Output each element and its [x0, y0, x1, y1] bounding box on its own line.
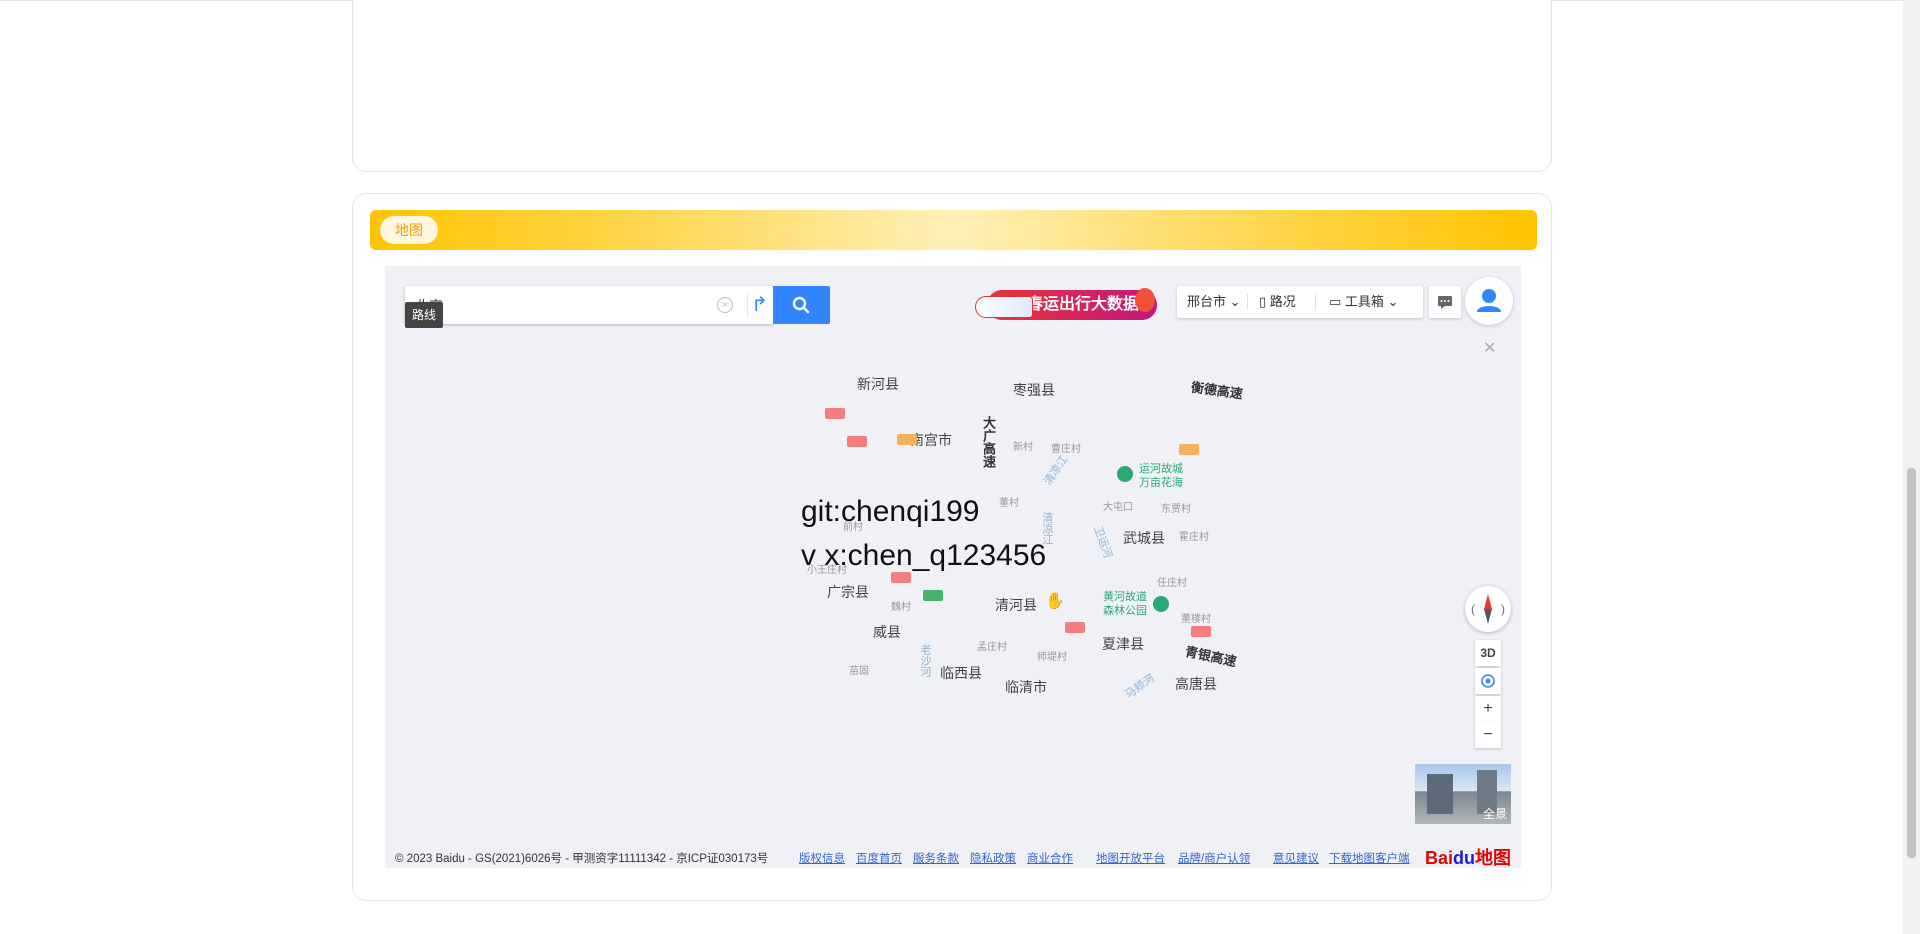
highway-label: 青银高速 [1183, 643, 1238, 670]
hand-cursor-icon: ✋ [1045, 593, 1065, 610]
page-scrollbar[interactable] [1903, 0, 1920, 934]
footer-link[interactable]: 隐私政策 [970, 850, 1016, 866]
traffic-light-icon: ▯ [1259, 294, 1267, 309]
toolbox-icon: ▭ [1329, 294, 1342, 309]
zoom-in-button[interactable]: + [1475, 696, 1501, 722]
footer-link[interactable]: 地图开放平台 [1096, 850, 1165, 866]
section-banner: 地图 [370, 210, 1537, 250]
highway-label: 衡德高速 [1190, 379, 1244, 402]
park-icon [1117, 466, 1133, 482]
watermark-text: git:chenqi199 v x:chen_q123456 [801, 495, 1047, 572]
footer-link[interactable]: 版权信息 [799, 850, 845, 866]
place-label: 临清市 [1005, 679, 1047, 695]
locate-button[interactable] [1475, 668, 1501, 694]
village-label: 霍庄村 [1179, 532, 1209, 543]
place-label: 清河县 [995, 597, 1037, 613]
city-select[interactable]: 邢台市 ⌄ [1187, 286, 1241, 318]
search-box[interactable]: 北京 × ↱ [405, 286, 773, 324]
place-label: 武城县 [1123, 530, 1165, 546]
village-label: 曹庄村 [1051, 444, 1081, 455]
village-label: 大屯口 [1103, 502, 1133, 513]
village-label: 董楼村 [1181, 614, 1211, 625]
footer-link[interactable]: 意见建议 [1273, 850, 1319, 866]
locate-icon [1481, 674, 1495, 688]
park-icon [1153, 596, 1169, 612]
compass-icon: ( ) [1471, 594, 1505, 624]
road-shield [825, 408, 845, 419]
baidu-map-logo[interactable]: Baidu地图 [1425, 844, 1511, 868]
svg-text:): ) [1501, 602, 1505, 616]
train-icon [975, 296, 1033, 318]
footer-link[interactable]: 百度首页 [856, 850, 902, 866]
toolbox-button[interactable]: ▭ 工具箱 ⌄ [1329, 286, 1398, 318]
promo-banner[interactable]: 春运出行大数据 [975, 286, 1165, 328]
river-label: 马颊河 [1123, 672, 1158, 702]
route-tooltip: 路线 [405, 302, 444, 328]
river-label: 清凉江 [1041, 453, 1071, 488]
svg-text:(: ( [1471, 602, 1475, 616]
place-label: 威县 [873, 624, 901, 640]
footer-link[interactable]: 服务条款 [913, 850, 959, 866]
user-avatar[interactable] [1465, 277, 1513, 325]
highway-label: 大广高速 [981, 416, 996, 468]
village-label: 孟庄村 [977, 642, 1007, 653]
village-label: 东贾村 [1161, 504, 1191, 515]
panorama-label: 全景 [1482, 807, 1507, 821]
zoom-out-button[interactable]: − [1475, 722, 1501, 748]
map-card: 地图 北京 × ↱ 路线 春运出行大数据 邢台市 ⌄ ▯ 路况 ▭ 工 [352, 193, 1552, 901]
place-label: 临西县 [940, 665, 982, 681]
road-shield [1179, 444, 1199, 455]
map-canvas[interactable]: 北京 × ↱ 路线 春运出行大数据 邢台市 ⌄ ▯ 路况 ▭ 工具箱 ⌄ [385, 266, 1521, 868]
village-label: 魏村 [891, 602, 911, 613]
scrollbar-thumb[interactable] [1907, 468, 1916, 858]
road-shield [1065, 622, 1085, 633]
close-circle-icon[interactable]: × [717, 297, 733, 313]
route-arrow-icon[interactable]: ↱ [747, 293, 771, 317]
village-label: 苗固 [849, 666, 869, 677]
traffic-button[interactable]: ▯ 路况 [1259, 286, 1296, 318]
3d-button[interactable]: 3D [1475, 640, 1501, 666]
footer-link[interactable]: 商业合作 [1027, 850, 1073, 866]
building-image [1427, 774, 1453, 814]
close-icon[interactable]: ✕ [1483, 338, 1496, 358]
search-button[interactable] [773, 286, 830, 324]
section-tag: 地图 [380, 216, 438, 244]
park-label: 运河故城 万亩花海 [1139, 463, 1183, 489]
message-button[interactable] [1429, 286, 1461, 318]
user-icon [1477, 289, 1501, 312]
previous-card [352, 0, 1552, 172]
place-label: 新河县 [857, 376, 899, 392]
village-label: 新村 [1013, 442, 1033, 453]
road-shield [1191, 626, 1211, 637]
place-label: 枣强县 [1013, 382, 1055, 398]
place-label: 高唐县 [1175, 676, 1217, 692]
village-label: 任庄村 [1157, 578, 1187, 589]
place-label: 广宗县 [827, 584, 869, 600]
road-shield [923, 590, 943, 601]
park-label: 黄河故道 森林公园 [1103, 591, 1147, 617]
copyright-text: © 2023 Baidu - GS(2021)6026号 - 甲测资字11111… [395, 853, 769, 865]
map-toolbar: 邢台市 ⌄ ▯ 路况 ▭ 工具箱 ⌄ [1177, 286, 1423, 318]
footer-link[interactable]: 下载地图客户端 [1329, 850, 1410, 866]
road-shield [847, 436, 867, 447]
village-label: 师堤村 [1037, 652, 1067, 663]
place-label: 夏津县 [1102, 636, 1144, 652]
river-label: 卫运河 [1091, 524, 1114, 560]
footer-link[interactable]: 品牌/商户认领 [1178, 850, 1250, 866]
lantern-icon [1135, 288, 1155, 312]
message-icon [1438, 296, 1452, 309]
river-label: 老沙河 [919, 644, 931, 677]
map-footer: © 2023 Baidu - GS(2021)6026号 - 甲测资字11111… [385, 846, 1521, 868]
road-shield [897, 434, 917, 445]
compass-control[interactable]: ( ) [1465, 586, 1511, 632]
search-icon [792, 296, 810, 314]
panorama-thumbnail[interactable]: 全景 [1415, 764, 1511, 824]
